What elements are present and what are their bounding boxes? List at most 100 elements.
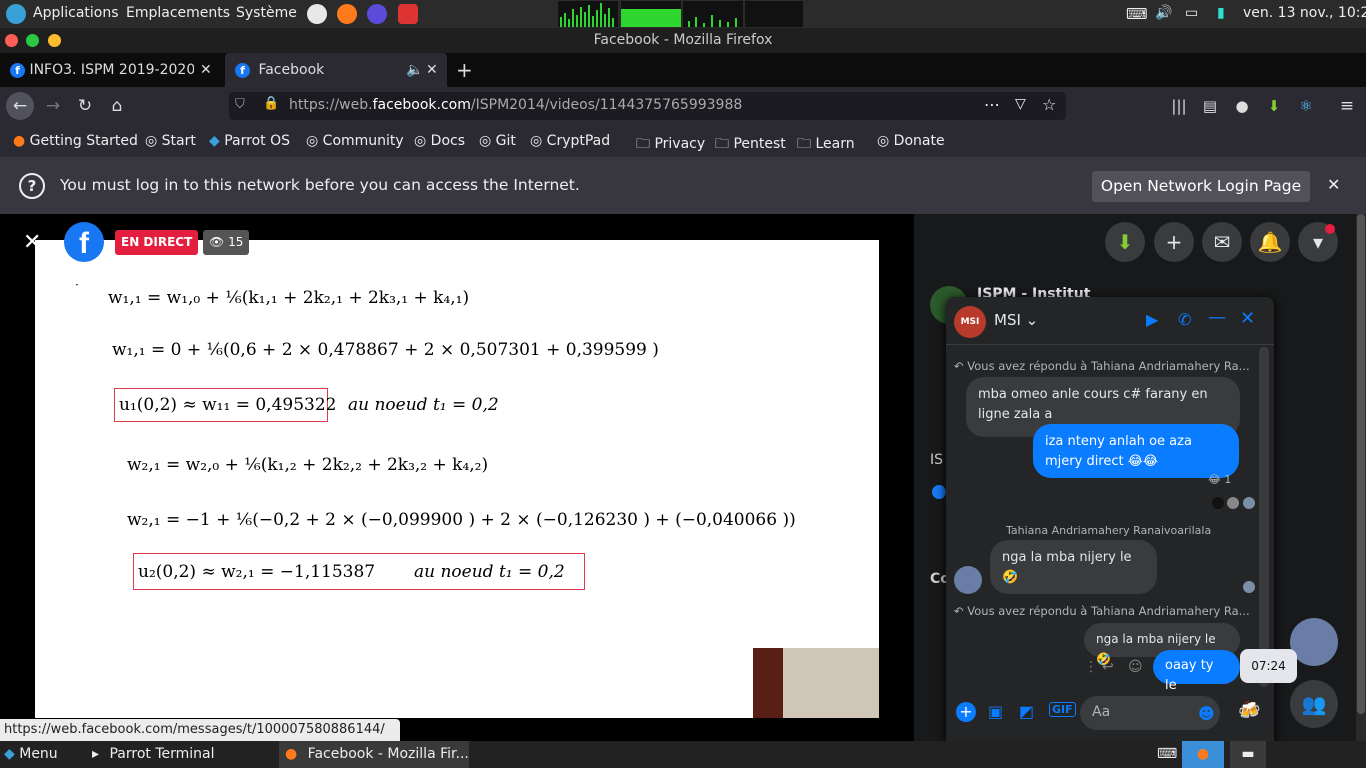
sidebar-icon[interactable]: ▤ — [1196, 92, 1224, 120]
sticker-icon[interactable]: ◩ — [1019, 702, 1034, 721]
react-devtools-icon[interactable]: ⚛ — [1292, 92, 1320, 120]
bookmark-parrot-os[interactable]: ◆ Parrot OS — [209, 133, 290, 149]
display-icon[interactable]: ▭ — [1185, 5, 1198, 21]
seen-avatar — [1227, 497, 1239, 509]
reply-icon[interactable]: ↩ — [1102, 659, 1114, 675]
close-tab-icon[interactable]: ✕ — [426, 53, 438, 87]
more-options-icon[interactable]: ⋮ — [1084, 659, 1098, 675]
taskbar-menu[interactable]: ◆ Menu — [4, 741, 58, 768]
chat-scrollbar[interactable] — [1259, 347, 1269, 687]
minimize-window-button[interactable] — [48, 34, 61, 47]
add-icon[interactable]: + — [956, 702, 976, 722]
download-video-icon[interactable]: ⬇ — [1105, 222, 1145, 262]
home-button[interactable]: ⌂ — [103, 92, 131, 120]
react-icon[interactable]: ☺ — [1128, 659, 1143, 675]
page-actions-icon[interactable]: ⋯ — [984, 95, 1000, 114]
message-bubble-sent[interactable]: oaay ty le — [1153, 650, 1240, 693]
notifications-bell-icon[interactable]: 🔔 — [1250, 222, 1290, 262]
workspace-2[interactable]: ▬ — [1230, 741, 1266, 768]
battery-icon[interactable]: ▮ — [1217, 5, 1225, 21]
bookmark-cryptpad[interactable]: ◎ CryptPad — [530, 133, 610, 149]
tab-facebook[interactable]: f Facebook 🔈 ✕ — [225, 53, 447, 87]
quick-reaction-icon[interactable]: 🍻 — [1238, 700, 1260, 721]
new-tab-button[interactable]: + — [456, 53, 473, 87]
like-icon[interactable] — [932, 485, 946, 499]
notification-text: You must log in to this network before y… — [60, 176, 580, 194]
close-window-button[interactable] — [5, 34, 18, 47]
contact-avatar[interactable] — [1290, 618, 1338, 666]
close-notification-icon[interactable]: ✕ — [1327, 175, 1340, 194]
facebook-logo-icon[interactable]: f — [64, 222, 104, 262]
message-bubble-sent[interactable]: iza nteny anlah oe aza mjery direct 😂😂 — [1033, 424, 1239, 478]
chat-title[interactable]: MSI ⌄ — [994, 311, 1038, 329]
taskbar-terminal[interactable]: ▸ Parrot Terminal — [92, 741, 215, 768]
menu-places[interactable]: Emplacements — [126, 5, 230, 21]
folder-icon: 🗀 — [715, 136, 729, 152]
message-input[interactable]: Aa ☻ — [1080, 696, 1220, 730]
pocket-icon[interactable]: ▽ — [1015, 96, 1026, 112]
library-icon[interactable]: ||| — [1165, 92, 1193, 120]
video-call-icon[interactable]: ▶ — [1146, 310, 1158, 329]
volume-icon[interactable]: 🔊 — [1155, 5, 1172, 21]
bookmark-donate[interactable]: ◎ Donate — [877, 133, 945, 149]
equation-6: u₂(0,2) ≈ w₂,₁ = −1,115387 — [138, 562, 376, 582]
back-button[interactable]: ← — [6, 92, 34, 120]
keyboard-layout-icon[interactable]: ⌨ — [1157, 741, 1177, 768]
reload-button[interactable]: ↻ — [71, 92, 99, 120]
keyboard-icon[interactable]: ⌨ — [1126, 5, 1148, 23]
chat-avatar[interactable]: MSI — [954, 306, 986, 338]
open-network-login-button[interactable]: Open Network Login Page — [1092, 171, 1310, 202]
reaction-badge[interactable]: 😂 1 — [1208, 473, 1231, 486]
app-launcher-icon[interactable] — [398, 4, 418, 24]
download-extension-icon[interactable]: ⬇ — [1260, 92, 1288, 120]
create-icon[interactable]: + — [1154, 222, 1194, 262]
photo-icon[interactable]: ▣ — [988, 702, 1003, 721]
bookmark-git[interactable]: ◎ Git — [479, 133, 516, 149]
forward-button[interactable]: → — [39, 92, 67, 120]
menu-system[interactable]: Système — [236, 5, 297, 21]
tor-launcher-icon[interactable] — [367, 4, 387, 24]
page-scrollbar[interactable] — [1356, 214, 1366, 742]
captive-portal-notification: ? You must log in to this network before… — [0, 157, 1366, 214]
bookmark-getting-started[interactable]: ● Getting Started — [13, 133, 138, 149]
speaker-icon[interactable]: 🔈 — [406, 53, 423, 87]
bookmark-star-icon[interactable]: ☆ — [1042, 95, 1056, 114]
lock-icon[interactable]: 🔒 — [263, 96, 279, 111]
account-icon[interactable]: ● — [1228, 92, 1256, 120]
bookmarks-toolbar: ● Getting Started ◎ Start ◆ Parrot OS ◎ … — [0, 125, 1366, 157]
url-text[interactable]: https://web.facebook.com/ISPM2014/videos… — [289, 97, 742, 113]
globe-icon: ◎ — [414, 133, 427, 149]
launcher-icon[interactable] — [307, 4, 327, 24]
timestamp-tooltip: 07:24 — [1240, 649, 1297, 683]
firefox-launcher-icon[interactable] — [337, 4, 357, 24]
hamburger-menu-icon[interactable]: ≡ — [1333, 92, 1361, 120]
sender-avatar[interactable] — [954, 566, 982, 594]
video-player[interactable]: · w₁,₁ = w₁,₀ + ¹⁄₆(k₁,₁ + 2k₂,₁ + 2k₃,₁… — [0, 214, 914, 742]
workspace-1[interactable]: ● — [1182, 741, 1224, 768]
maximize-window-button[interactable] — [26, 34, 39, 47]
close-tab-icon[interactable]: ✕ — [200, 53, 212, 87]
bookmark-community[interactable]: ◎ Community — [306, 133, 404, 149]
bookmark-folder-learn[interactable]: 🗀 Learn — [797, 133, 855, 157]
emoji-icon[interactable]: ☻ — [1198, 704, 1215, 723]
gif-icon[interactable]: GIF — [1049, 702, 1076, 717]
taskbar-firefox[interactable]: ● Facebook - Mozilla Fir... — [279, 741, 469, 768]
minimize-chat-icon[interactable]: — — [1208, 307, 1226, 328]
messenger-icon[interactable]: ✉ — [1202, 222, 1242, 262]
parrot-logo-icon[interactable] — [6, 4, 26, 24]
bookmark-folder-privacy[interactable]: 🗀 Privacy — [636, 133, 705, 157]
globe-icon: ◎ — [530, 133, 543, 149]
message-bubble-received[interactable]: nga la mba nijery le 🤣 — [990, 540, 1157, 594]
bookmark-start[interactable]: ◎ Start — [145, 133, 196, 149]
url-bar[interactable]: ⛉ 🔒 https://web.facebook.com/ISPM2014/vi… — [229, 92, 1066, 120]
phone-call-icon[interactable]: ✆ — [1178, 310, 1191, 329]
menu-applications[interactable]: Applications — [33, 5, 119, 21]
new-group-icon[interactable]: 👥 — [1290, 680, 1338, 728]
close-video-icon[interactable]: ✕ — [23, 230, 41, 255]
bookmark-docs[interactable]: ◎ Docs — [414, 133, 465, 149]
tab-info3[interactable]: f INFO3. ISPM 2019-2020 ✕ — [0, 53, 222, 87]
bookmark-folder-pentest[interactable]: 🗀 Pentest — [715, 133, 786, 157]
clock[interactable]: ven. 13 nov., 10:24 — [1243, 5, 1366, 21]
close-chat-icon[interactable]: ✕ — [1240, 308, 1255, 329]
shield-icon[interactable]: ⛉ — [235, 97, 245, 112]
